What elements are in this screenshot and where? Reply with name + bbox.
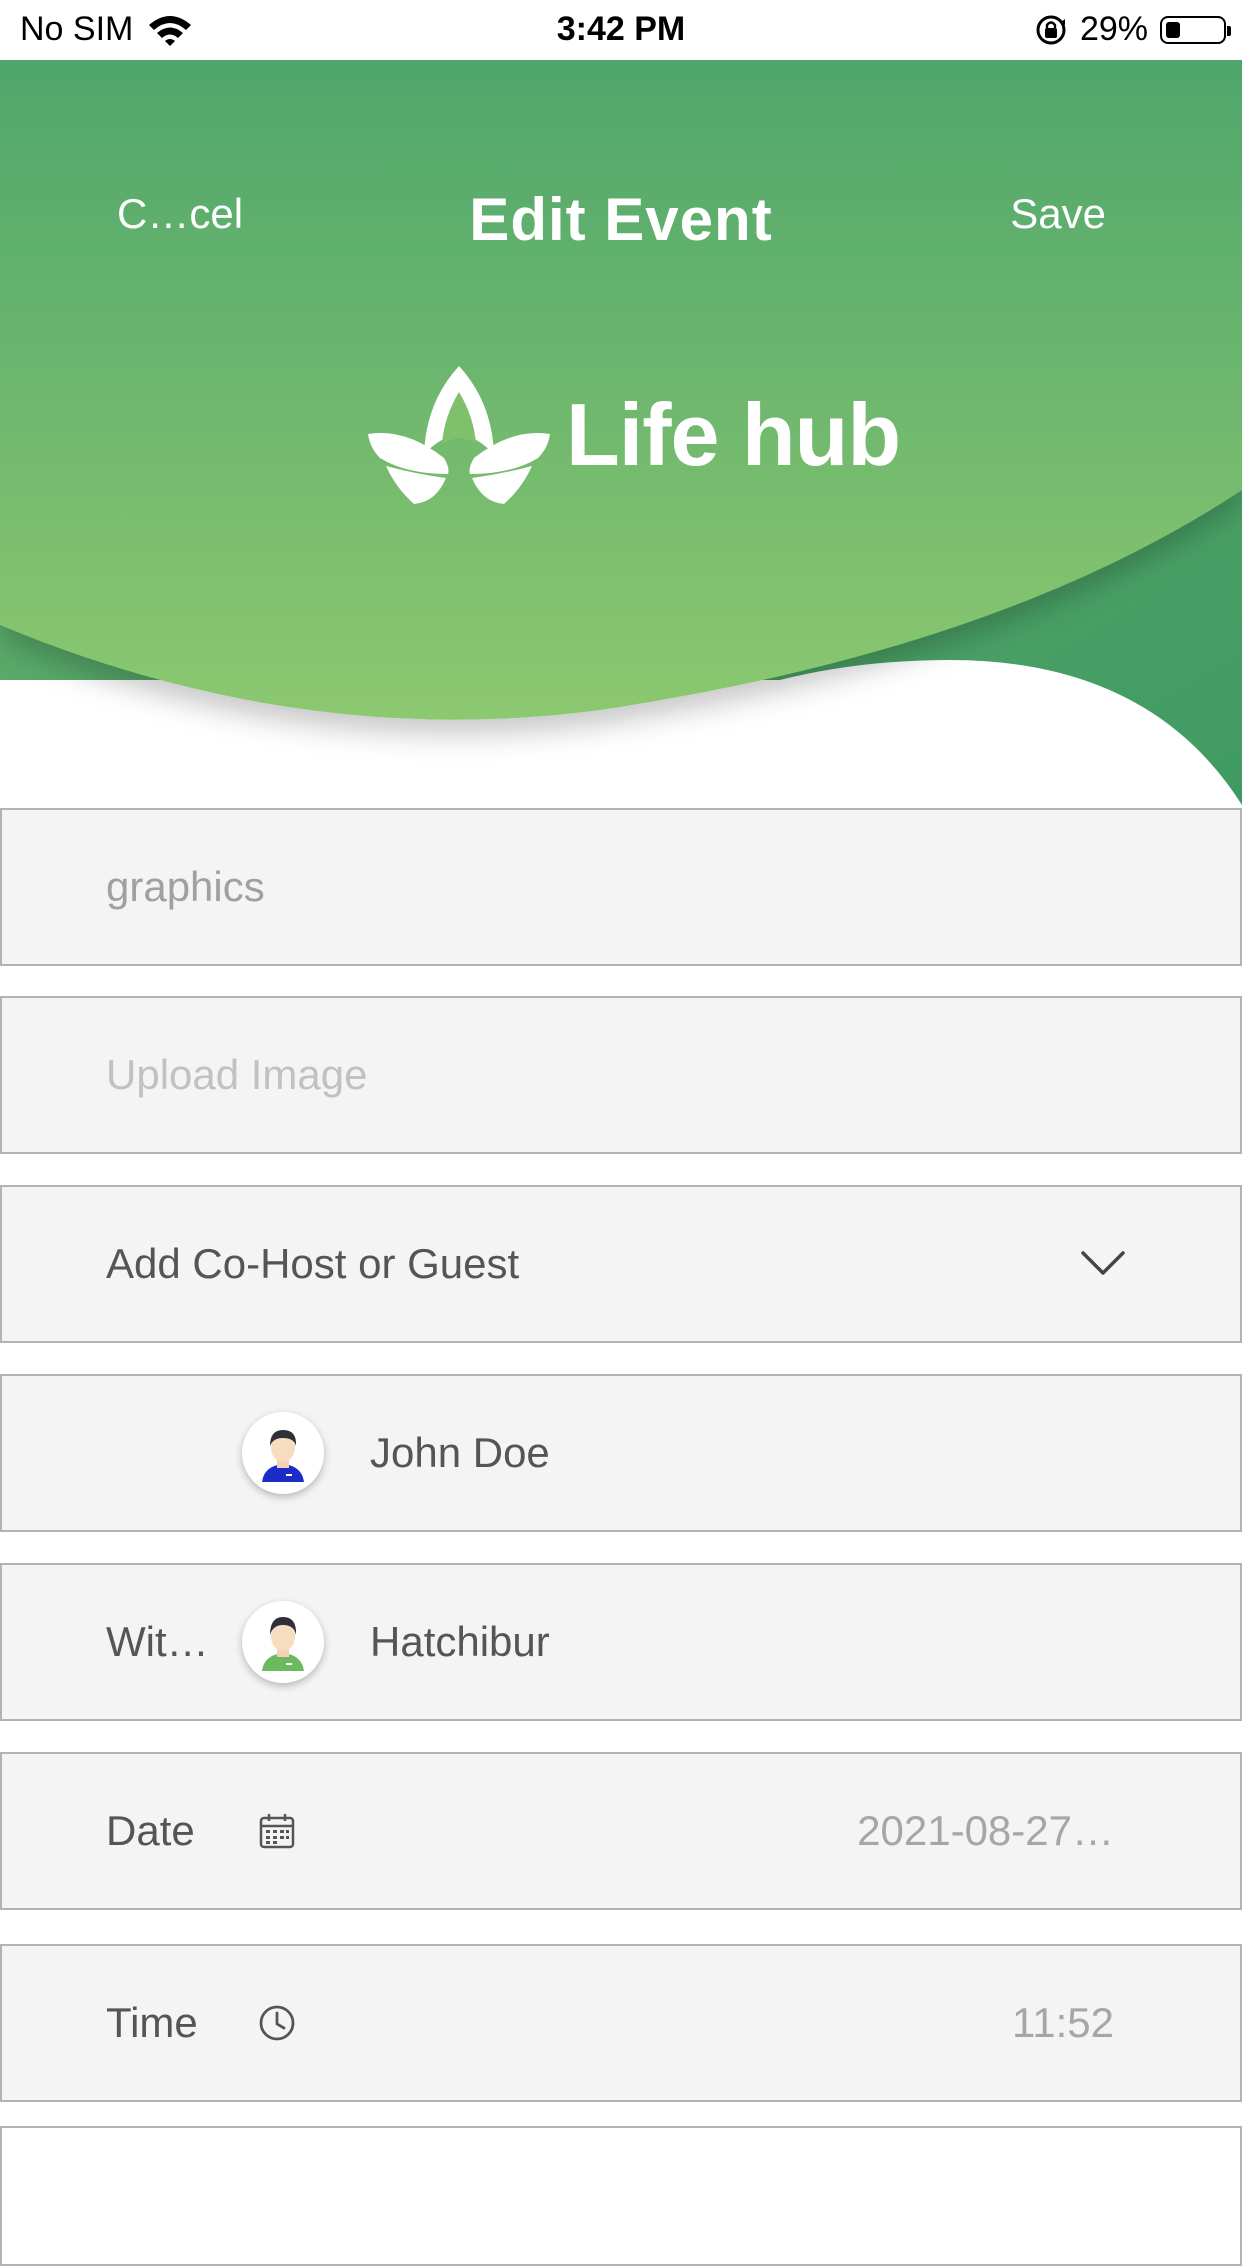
- upload-image-placeholder: Upload Image: [106, 1051, 368, 1098]
- guest-name: Hatchibur: [370, 1618, 550, 1665]
- status-bar: No SIM 3:42 PM 29%: [0, 0, 1242, 60]
- cohost-label: Add Co-Host or Guest: [106, 1240, 520, 1287]
- event-title-value: graphics: [106, 863, 265, 910]
- save-button[interactable]: Save: [1010, 190, 1106, 238]
- header-banner: C…cel Edit Event Save Life hub: [0, 60, 1242, 820]
- date-value: 2021-08-27…: [857, 1807, 1114, 1854]
- brand-logo: Life hub: [366, 360, 901, 510]
- brand-name: Life hub: [566, 385, 901, 484]
- chevron-down-icon[interactable]: [1080, 1250, 1126, 1278]
- event-title-field[interactable]: graphics: [0, 808, 1242, 966]
- host-name: John Doe: [370, 1429, 550, 1476]
- time-label: Time: [106, 1999, 198, 2046]
- male-avatar-icon: [262, 1617, 304, 1671]
- time-field[interactable]: Time 11:52: [0, 1944, 1242, 2102]
- calendar-icon: [259, 1814, 295, 1849]
- battery-percent: 29%: [1079, 10, 1148, 48]
- with-label: Wit…: [106, 1618, 209, 1665]
- avatar: [242, 1412, 324, 1494]
- avatar: [242, 1601, 324, 1683]
- status-right: 29%: [1034, 10, 1231, 49]
- date-field[interactable]: Date 2021-08-27…: [0, 1752, 1242, 1910]
- clock-icon: [259, 2005, 295, 2041]
- with-row: Wit… Hatchibur: [0, 1563, 1242, 1721]
- lotus-leaf-icon: [368, 366, 550, 504]
- date-label: Date: [106, 1807, 195, 1854]
- orientation-lock-icon: [1036, 15, 1066, 44]
- male-avatar-icon: [262, 1430, 304, 1482]
- time-value: 11:52: [1012, 1999, 1114, 2046]
- upload-image-field[interactable]: Upload Image: [0, 996, 1242, 1154]
- battery-icon: [1160, 15, 1231, 44]
- host-row: John Doe: [0, 1374, 1242, 1532]
- cohost-dropdown[interactable]: Add Co-Host or Guest: [0, 1185, 1242, 1343]
- description-field[interactable]: [0, 2126, 1242, 2266]
